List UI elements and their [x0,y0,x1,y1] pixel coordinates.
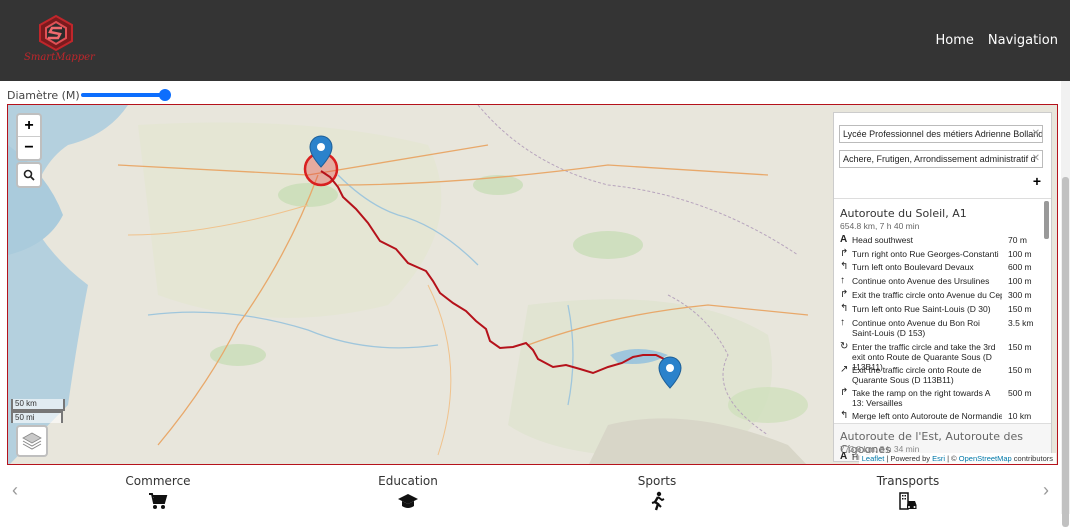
route-1-summary: 654.8 km, 7 h 40 min [840,221,920,231]
nav-link-home[interactable]: Home [935,33,973,48]
diameter-label: Diamètre (M) [7,88,80,102]
zoom-in-button[interactable]: + [18,115,40,137]
carousel-next-button[interactable]: › [1043,480,1049,501]
instruction-text: Take the ramp on the right towards A 13:… [852,388,990,408]
category-label: Sports [637,474,677,488]
instruction-distance: 600 m [1008,262,1032,272]
category-commerce[interactable]: Commerce [98,474,218,511]
attribution-tail: contributors [1011,454,1053,463]
category-transports[interactable]: Transports [848,474,968,511]
waypoint-end-input[interactable]: Achere, Frutigen, Arrondissement adminis… [839,150,1043,168]
layers-button[interactable] [16,425,48,457]
instruction-text: Head southwest [852,235,913,245]
diameter-slider-row: Diamètre (M) [7,88,171,102]
cart-icon [149,493,168,509]
diameter-slider-thumb[interactable] [158,89,171,101]
turn-right-icon: ↱ [840,387,849,398]
turn-left-icon: ↰ [840,410,849,421]
turn-right-icon: ↱ [840,248,849,259]
instruction-text: Turn left onto Rue Saint-Louis (D 30) [852,304,991,314]
remove-waypoint-start-icon[interactable]: ✕ [1032,126,1040,142]
category-label: Education [378,474,438,488]
routing-panel: Lycée Professionnel des métiers Adrienne… [833,112,1052,462]
remove-waypoint-end-icon[interactable]: ✕ [1032,151,1040,167]
map-scale: 50 km 50 mi [11,399,65,423]
instruction-distance: 150 m [1008,342,1032,352]
roundabout-icon: ↻ [840,341,849,352]
category-sports[interactable]: Sports [597,474,717,511]
instruction-distance: 100 m [1008,276,1032,286]
logo-wordmark: SmartMapper [24,52,95,63]
category-carousel: ‹ Commerce Education Sports Transports › [0,472,1061,514]
category-label: Commerce [125,474,191,488]
instruction-distance: 500 m [1008,388,1032,398]
depart-icon: A [840,451,848,462]
waypoint-start-value: Lycée Professionnel des métiers Adrienne… [843,129,1043,139]
turn-right-icon: ↱ [840,289,849,300]
esri-link[interactable]: Esri [932,454,945,463]
graduation-cap-icon [398,494,418,508]
zoom-out-button[interactable]: − [18,137,40,159]
nav-link-navigation[interactable]: Navigation [988,33,1058,48]
continue-icon: ↑ [840,275,845,286]
logo-mark-icon [39,14,73,52]
map-search-button[interactable] [16,162,42,188]
nav-links: Home Navigation [935,33,1058,48]
instruction-text: Turn left onto Boulevard Devaux [852,262,974,272]
page-scrollbar[interactable] [1061,81,1070,527]
instruction-distance: 100 m [1008,249,1032,259]
instruction-text: Continue onto Avenue du Bon Roi Saint-Lo… [852,318,980,338]
instruction-text: Continue onto Avenue des Ursulines [852,276,990,286]
instruction-text: Turn right onto Rue Georges-Constanti [852,249,999,259]
layers-icon [22,432,42,450]
scale-imperial: 50 mi [11,411,63,423]
search-icon [23,169,35,181]
instruction-distance: 10 km [1008,411,1032,420]
continue-icon: ↑ [840,317,845,328]
attribution-sep: | © [945,454,959,463]
zoom-control: + − [16,113,42,161]
diameter-slider[interactable] [80,89,171,101]
add-waypoint-button[interactable]: + [1033,173,1041,189]
navbar: SmartMapper Home Navigation [0,0,1070,81]
instructions-scrollbar[interactable] [1044,201,1049,239]
leaflet-link[interactable]: Leaflet [862,454,885,463]
runner-icon [651,491,665,511]
attribution-powered: | Powered by [884,454,933,463]
category-label: Transports [876,474,940,488]
smartmapper-logo[interactable]: SmartMapper [20,12,96,68]
scale-metric: 50 km [11,399,65,411]
waypoint-start-input[interactable]: Lycée Professionnel des métiers Adrienne… [839,125,1043,143]
route-1-name: Autoroute du Soleil, A1 [840,207,967,220]
exit-roundabout-icon: ↗ [840,364,849,375]
instruction-distance: 150 m [1008,365,1032,375]
instruction-distance: 150 m [1008,304,1032,314]
map-view[interactable]: + − 50 km 50 mi Lycée Professionnel des … [7,104,1058,465]
instruction-text: Merge left onto Autoroute de Normandie [852,411,1002,420]
instruction-distance: 3.5 km [1008,318,1034,328]
waypoint-end-value: Achere, Frutigen, Arrondissement adminis… [843,154,1036,164]
instruction-text: Exit the traffic circle onto Avenue du C… [852,290,1002,300]
instruction-text: Exit the traffic circle onto Route de Qu… [852,365,982,385]
map-attribution: Leaflet | Powered by Esri | © OpenStreet… [858,453,1056,464]
route-alternative-1[interactable]: Autoroute du Soleil, A1 654.8 km, 7 h 40… [834,198,1051,420]
instruction-distance: 70 m [1008,235,1027,245]
carousel-prev-button[interactable]: ‹ [12,480,18,501]
turn-left-icon: ↰ [840,261,849,272]
page-scrollbar-thumb[interactable] [1062,177,1069,527]
category-education[interactable]: Education [348,474,468,511]
depart-icon: A [840,234,848,245]
instruction-distance: 300 m [1008,290,1032,300]
osm-link[interactable]: OpenStreetMap [959,454,1012,463]
turn-left-icon: ↰ [840,303,849,314]
taxi-building-icon [899,492,917,510]
